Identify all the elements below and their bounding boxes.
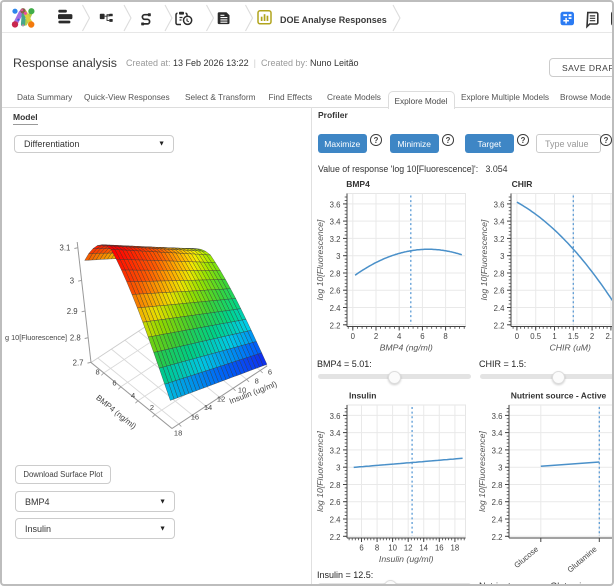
svg-text:1.5: 1.5 [568, 332, 580, 341]
svg-text:3.4: 3.4 [494, 218, 506, 227]
svg-text:2.9: 2.9 [67, 307, 78, 316]
svg-text:2.6: 2.6 [330, 498, 341, 507]
svg-text:log 10[Fluorescence]: log 10[Fluorescence] [315, 219, 325, 300]
svg-text:2: 2 [374, 332, 378, 341]
svg-text:18: 18 [174, 428, 182, 437]
svg-text:log 10[Fluorescence]: log 10[Fluorescence] [479, 219, 489, 300]
svg-text:6: 6 [359, 544, 363, 553]
svg-text:12: 12 [217, 395, 225, 404]
svg-text:2.7: 2.7 [73, 358, 84, 367]
svg-text:CHIR (uM): CHIR (uM) [549, 343, 591, 353]
svg-text:2.8: 2.8 [330, 270, 341, 279]
svg-text:0: 0 [351, 332, 356, 341]
svg-text:3: 3 [498, 464, 502, 473]
svg-text:3.6: 3.6 [330, 412, 341, 421]
svg-text:2.6: 2.6 [494, 287, 505, 296]
svg-text:DOE Analyse Responses: DOE Analyse Responses [280, 15, 387, 25]
svg-text:Nutrient source - Active: Nutrient source - Active [511, 391, 607, 401]
svg-text:8: 8 [255, 377, 259, 386]
svg-text:2.8: 2.8 [70, 334, 81, 343]
svg-text:10: 10 [388, 544, 397, 553]
svg-text:log 10[Fluorescence]: log 10[Fluorescence] [315, 431, 325, 512]
svg-text:2.6: 2.6 [330, 287, 341, 296]
svg-text:2.2: 2.2 [330, 321, 341, 330]
svg-text:2.6: 2.6 [492, 498, 503, 507]
svg-text:3.4: 3.4 [330, 429, 342, 438]
svg-text:8: 8 [375, 544, 379, 553]
svg-text:3.2: 3.2 [494, 235, 505, 244]
svg-text:3.6: 3.6 [330, 200, 341, 209]
svg-text:3.2: 3.2 [492, 446, 503, 455]
svg-text:3: 3 [70, 276, 74, 285]
svg-text:Glutamine: Glutamine [566, 545, 599, 575]
svg-text:4: 4 [131, 391, 135, 400]
svg-text:16: 16 [435, 544, 444, 553]
svg-text:2.4: 2.4 [330, 304, 342, 313]
svg-text:2.4: 2.4 [330, 516, 342, 525]
svg-text:2.2: 2.2 [492, 533, 503, 542]
svg-text:BMP4: BMP4 [346, 179, 370, 189]
svg-text:log 10[Fluorescence]: log 10[Fluorescence] [477, 431, 487, 512]
svg-text:12: 12 [404, 544, 413, 553]
svg-text:14: 14 [419, 544, 428, 553]
svg-text:3.6: 3.6 [494, 200, 505, 209]
svg-text:2.8: 2.8 [330, 481, 341, 490]
svg-text:16: 16 [191, 412, 199, 421]
svg-text:CHIR: CHIR [512, 179, 533, 189]
svg-text:Glucose: Glucose [512, 545, 540, 570]
svg-text:2.4: 2.4 [492, 516, 504, 525]
svg-text:14: 14 [204, 403, 212, 412]
svg-text:6: 6 [112, 379, 116, 388]
svg-text:3.4: 3.4 [492, 429, 504, 438]
svg-text:1: 1 [552, 332, 556, 341]
svg-text:3.2: 3.2 [330, 446, 341, 455]
svg-text:3.6: 3.6 [492, 412, 503, 421]
svg-text:4: 4 [397, 332, 402, 341]
svg-text:18: 18 [451, 544, 460, 553]
svg-text:2.8: 2.8 [492, 481, 503, 490]
svg-text:2: 2 [150, 403, 154, 412]
svg-text:BMP4 (ng/ml): BMP4 (ng/ml) [380, 343, 433, 353]
svg-text:2.4: 2.4 [494, 304, 506, 313]
svg-text:Insulin (ug/ml): Insulin (ug/ml) [379, 554, 434, 564]
svg-text:2.8: 2.8 [494, 270, 505, 279]
svg-text:3.2: 3.2 [330, 235, 341, 244]
svg-text:8: 8 [443, 332, 447, 341]
svg-text:3.1: 3.1 [60, 244, 71, 253]
svg-text:6: 6 [420, 332, 424, 341]
svg-text:3: 3 [500, 252, 504, 261]
svg-text:0: 0 [515, 332, 520, 341]
svg-text:6: 6 [268, 368, 272, 377]
svg-text:3.4: 3.4 [330, 218, 342, 227]
svg-text:3: 3 [336, 252, 340, 261]
svg-text:2.2: 2.2 [330, 533, 341, 542]
svg-text:2: 2 [590, 332, 594, 341]
svg-text:3: 3 [336, 464, 340, 473]
svg-text:Insulin (ug/ml): Insulin (ug/ml) [228, 379, 278, 406]
svg-text:g 10[Fluorescence]: g 10[Fluorescence] [5, 333, 67, 342]
svg-text:0.5: 0.5 [530, 332, 542, 341]
svg-text:8: 8 [96, 367, 100, 376]
svg-text:Insulin: Insulin [349, 391, 376, 401]
svg-text:2.5: 2.5 [605, 332, 614, 341]
svg-text:2.2: 2.2 [494, 321, 505, 330]
